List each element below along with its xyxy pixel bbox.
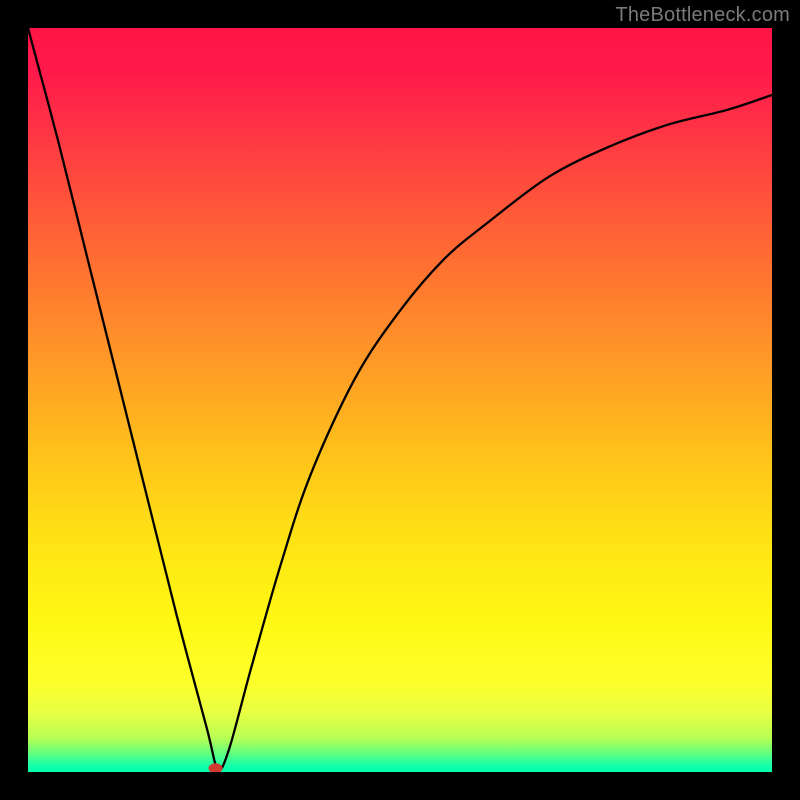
plot-area: [28, 28, 772, 772]
chart-frame: TheBottleneck.com: [0, 0, 800, 800]
bottleneck-curve: [28, 28, 772, 769]
watermark-text: TheBottleneck.com: [615, 4, 790, 27]
optimum-marker: [209, 763, 223, 772]
curve-svg: [28, 28, 772, 772]
